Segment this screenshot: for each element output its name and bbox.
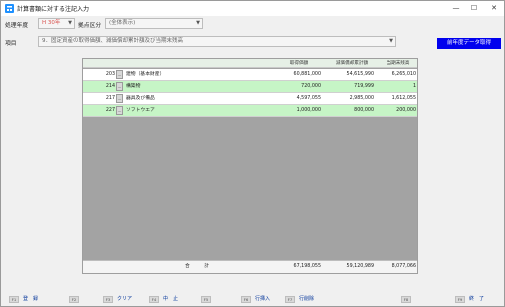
row-name: ソフトウエア: [126, 108, 155, 113]
row-code: 227: [105, 108, 115, 113]
year-label: 処理年度: [5, 23, 29, 29]
item-value: 9．固定資産の取得価額、減価償却累計額及び当期末残高: [42, 38, 184, 44]
total-row: 合 計 67,198,055 59,120,989 8,077,066: [83, 260, 417, 273]
f9-exit-button[interactable]: F9 終 了: [455, 294, 484, 304]
row-name: 建物（基本財産）: [126, 72, 165, 77]
f5-button[interactable]: F5: [201, 294, 215, 304]
f8-button[interactable]: F8: [401, 294, 415, 304]
total-label: 合 計: [185, 264, 209, 269]
table-row[interactable]: 227 … ソフトウエア 1,000,000 800,000 200,000: [83, 105, 417, 117]
year-value: H 30年: [42, 20, 61, 26]
f3-label: クリア: [117, 296, 133, 302]
item-select[interactable]: 9．固定資産の取得価額、減価償却累計額及び当期末残高 ▼: [38, 36, 396, 47]
row-depreciation[interactable]: 2,985,000: [326, 93, 374, 104]
row-depreciation[interactable]: 54,615,990: [326, 69, 374, 80]
chevron-down-icon: ▼: [389, 38, 393, 44]
minimize-button[interactable]: —: [449, 3, 463, 14]
row-acquisition[interactable]: 4,597,055: [273, 93, 321, 104]
f1-key-icon: F1: [9, 295, 19, 303]
f7-label: 行削除: [299, 296, 315, 302]
f3-clear-button[interactable]: F3 クリア: [103, 294, 132, 304]
title-bar: 計算書類に対する注記入力 — ☐ ✕: [1, 1, 504, 16]
division-label: 拠点区分: [78, 23, 102, 29]
row-acquisition[interactable]: 720,000: [273, 81, 321, 92]
f4-cancel-button[interactable]: F4 中 止: [149, 294, 178, 304]
f1-label: 登 録: [23, 296, 39, 302]
row-balance: 6,265,010: [391, 72, 416, 77]
table-row[interactable]: 203 … 建物（基本財産） 60,881,000 54,615,990 6,2…: [83, 69, 417, 81]
f7-delete-row-button[interactable]: F7 行削除: [285, 294, 314, 304]
app-icon: [5, 4, 14, 13]
row-acquisition[interactable]: 60,881,000: [273, 69, 321, 80]
table-row[interactable]: 214 … 構築物 720,000 719,999 1: [83, 81, 417, 93]
f5-key-icon: F5: [201, 295, 211, 303]
f4-label: 中 止: [163, 296, 179, 302]
col-header-acquisition: 取得価額: [289, 61, 309, 66]
f9-label: 終 了: [469, 296, 485, 302]
prev-year-data-button[interactable]: 前年度データ取得: [437, 38, 501, 49]
row-name: 器具及び備品: [126, 96, 155, 101]
total-acquisition: 67,198,055: [293, 264, 321, 269]
row-name: 構築物: [126, 84, 141, 89]
lookup-button[interactable]: …: [116, 82, 123, 91]
lookup-button[interactable]: …: [116, 106, 123, 115]
lookup-button[interactable]: …: [116, 70, 123, 79]
row-code: 214: [105, 84, 115, 89]
f2-button[interactable]: F2: [69, 294, 83, 304]
function-key-bar: F1 登 録 F2 F3 クリア F4 中 止 F5 F6 行挿入 F7 行削除 F8 F…: [1, 293, 504, 306]
row-acquisition[interactable]: 1,000,000: [273, 105, 321, 116]
f3-key-icon: F3: [103, 295, 113, 303]
maximize-button[interactable]: ☐: [467, 3, 481, 14]
row-code: 203: [105, 72, 115, 77]
f6-insert-row-button[interactable]: F6 行挿入: [241, 294, 270, 304]
f7-key-icon: F7: [285, 295, 295, 303]
grid-header: 取得価額 減価償却累計額 当期末残高: [83, 59, 417, 68]
asset-grid: 取得価額 減価償却累計額 当期末残高 203 … 建物（基本財産） 60,881…: [82, 58, 418, 274]
division-value: (全体表示): [109, 20, 136, 26]
division-select[interactable]: (全体表示) ▼: [105, 18, 203, 29]
item-label: 項目: [5, 41, 17, 47]
f4-key-icon: F4: [149, 295, 159, 303]
row-code: 217: [105, 96, 115, 101]
col-header-depreciation: 減価償却累計額: [335, 61, 369, 66]
f1-register-button[interactable]: F1 登 録: [9, 294, 38, 304]
close-button[interactable]: ✕: [487, 3, 501, 14]
total-balance: 8,077,066: [391, 264, 416, 269]
row-depreciation[interactable]: 719,999: [326, 81, 374, 92]
window-title: 計算書類に対する注記入力: [17, 6, 90, 13]
row-balance: 1,612,055: [391, 96, 416, 101]
row-depreciation[interactable]: 800,000: [326, 105, 374, 116]
f6-label: 行挿入: [255, 296, 271, 302]
f8-key-icon: F8: [401, 295, 411, 303]
total-depreciation: 59,120,989: [346, 264, 374, 269]
chevron-down-icon: ▼: [196, 20, 200, 26]
table-row[interactable]: 217 … 器具及び備品 4,597,055 2,985,000 1,612,0…: [83, 93, 417, 105]
f9-key-icon: F9: [455, 295, 465, 303]
lookup-button[interactable]: …: [116, 94, 123, 103]
app-window: 計算書類に対する注記入力 — ☐ ✕ 処理年度 H 30年 ▼ 拠点区分 (全体…: [0, 0, 505, 307]
f6-key-icon: F6: [241, 295, 251, 303]
chevron-down-icon: ▼: [68, 20, 72, 26]
row-balance: 1: [412, 84, 416, 89]
row-balance: 200,000: [396, 108, 416, 113]
col-header-balance: 当期末残高: [386, 61, 410, 66]
f2-key-icon: F2: [69, 295, 79, 303]
year-select[interactable]: H 30年 ▼: [38, 18, 75, 29]
